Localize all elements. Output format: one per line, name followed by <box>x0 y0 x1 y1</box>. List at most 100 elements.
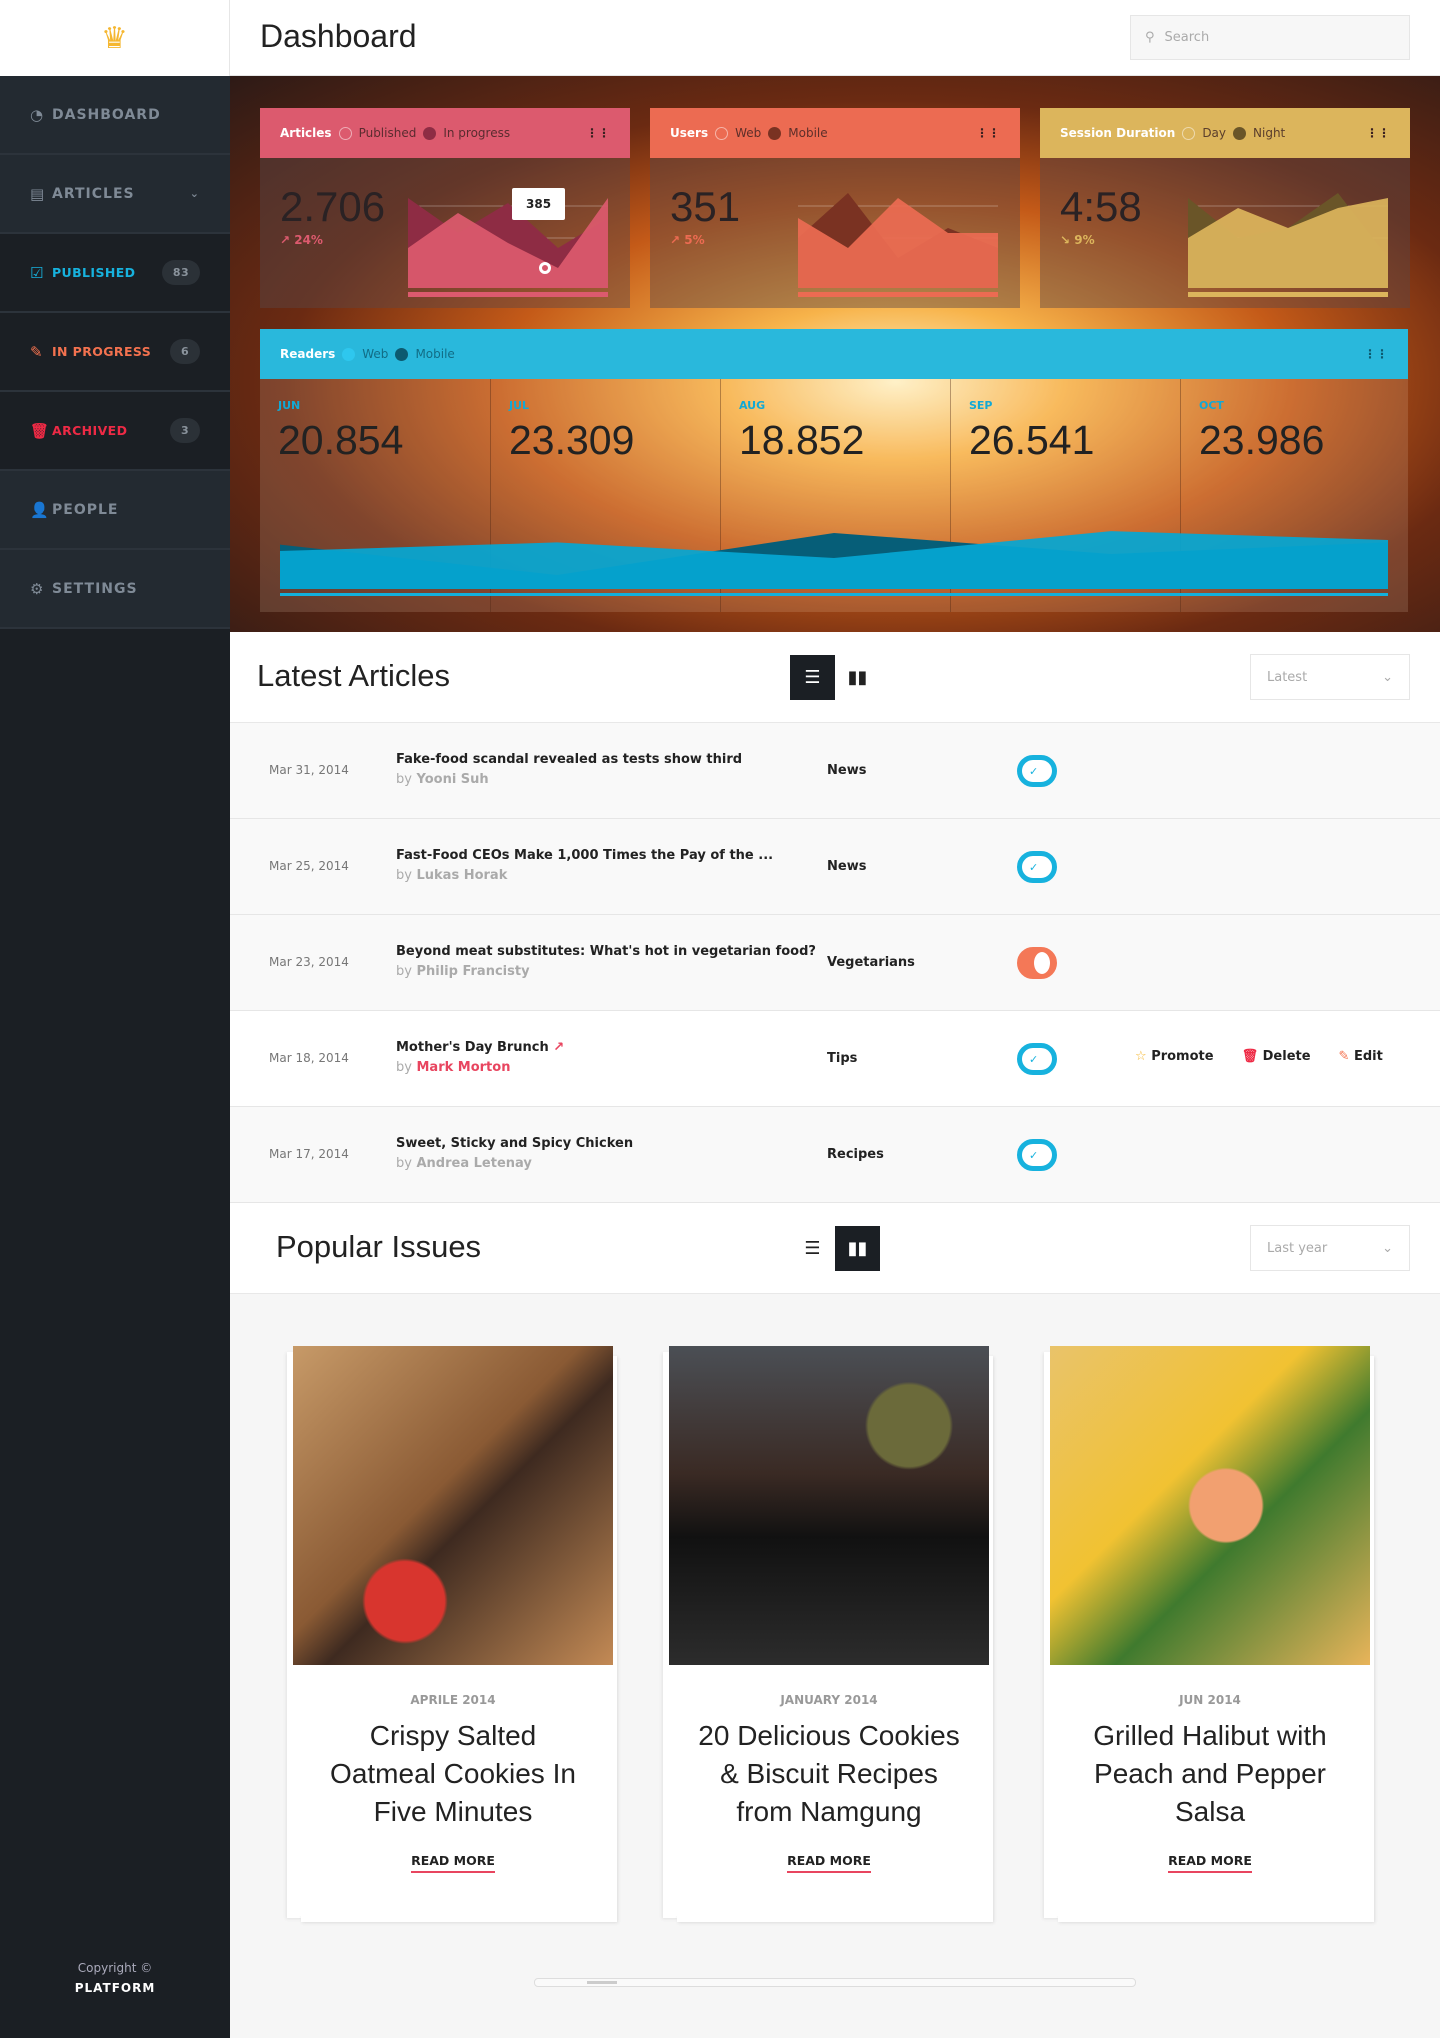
sidebar-item-archived[interactable]: 🗑 ARCHIVED 3 <box>0 392 230 471</box>
issue-image[interactable] <box>293 1346 613 1665</box>
month-value: 20.854 <box>278 417 404 463</box>
article-title[interactable]: Fake-food scandal revealed as tests show… <box>396 752 742 767</box>
scrollbar-thumb[interactable] <box>587 1981 617 1984</box>
issue-title: 20 Delicious Cookies & Biscuit Recipes f… <box>698 1720 960 1827</box>
pie-chart-icon: ◔ <box>30 105 45 124</box>
stat-card: Articles Published In progress ⋮⋮ 2.706 … <box>260 108 630 308</box>
month-label: SEP <box>969 399 993 412</box>
legend-label: Published <box>358 126 417 140</box>
article-title-wrap: Sweet, Sticky and Spicy Chicken <box>396 1136 633 1151</box>
by-label: by <box>396 772 412 787</box>
readers-chart <box>280 531 1388 596</box>
sidebar-item-settings[interactable]: ⚙ SETTINGS <box>0 550 230 629</box>
list-view-button[interactable]: ☰ <box>790 655 835 700</box>
article-title-wrap: Beyond meat substitutes: What's hot in v… <box>396 944 816 959</box>
sparkline-chart <box>408 198 608 297</box>
card-view-button[interactable]: ▮▮ <box>835 1226 880 1271</box>
promote-button[interactable]: ☆ Promote <box>1135 1049 1214 1064</box>
issue-image[interactable] <box>1050 1346 1370 1665</box>
dropdown-value: Latest <box>1267 669 1308 685</box>
table-row[interactable]: Mar 17, 2014 Sweet, Sticky and Spicy Chi… <box>230 1107 1440 1203</box>
publish-toggle[interactable]: ✓ <box>1017 851 1057 883</box>
stat-card: Users Web Mobile ⋮⋮ 351 ↗ 5% <box>650 108 1020 308</box>
crown-icon[interactable]: ♛ <box>0 0 230 76</box>
trash-icon: 🗑 <box>30 421 50 440</box>
edit-button[interactable]: ✎ Edit <box>1339 1049 1383 1064</box>
issue-card[interactable]: APRILE 2014 Crispy Salted Oatmeal Cookie… <box>293 1346 613 1916</box>
article-title[interactable]: Fast-Food CEOs Make 1,000 Times the Pay … <box>396 848 773 863</box>
issue-image[interactable] <box>669 1346 989 1665</box>
table-row[interactable]: Mar 23, 2014 Beyond meat substitutes: Wh… <box>230 915 1440 1011</box>
gear-icon: ⚙ <box>30 579 45 598</box>
publish-toggle[interactable] <box>1017 947 1057 979</box>
publish-toggle[interactable]: ✓ <box>1017 755 1057 787</box>
table-row[interactable]: Mar 18, 2014 Mother's Day Brunch ↗ by Ma… <box>230 1011 1440 1107</box>
article-title[interactable]: Mother's Day Brunch <box>396 1040 549 1055</box>
article-category: Recipes <box>827 1147 884 1162</box>
article-author[interactable]: Mark Morton <box>416 1060 510 1075</box>
month-value: 26.541 <box>969 417 1095 463</box>
article-author[interactable]: Andrea Letenay <box>416 1156 531 1171</box>
baseline <box>408 292 608 297</box>
article-title[interactable]: Beyond meat substitutes: What's hot in v… <box>396 944 816 959</box>
grid-menu-icon[interactable]: ⋮⋮ <box>586 126 610 140</box>
sidebar-item-dashboard[interactable]: ◔ DASHBOARD <box>0 76 230 155</box>
stats-hero: Articles Published In progress ⋮⋮ 2.706 … <box>230 76 1440 632</box>
legend-dot <box>423 126 437 140</box>
sparkline-chart <box>1188 193 1388 297</box>
publish-toggle[interactable]: ✓ <box>1017 1139 1057 1171</box>
publish-toggle[interactable]: ✓ <box>1017 1043 1057 1075</box>
horizontal-scrollbar[interactable] <box>534 1978 1136 1987</box>
article-title[interactable]: Sweet, Sticky and Spicy Chicken <box>396 1136 633 1151</box>
read-more-link[interactable]: READ MORE <box>1168 1853 1252 1873</box>
chevron-down-icon: ⌄ <box>1382 669 1393 685</box>
search-icon: ⚲ <box>1145 30 1155 45</box>
issue-card[interactable]: JUN 2014 Grilled Halibut with Peach and … <box>1050 1346 1370 1916</box>
data-point-marker[interactable] <box>539 262 551 274</box>
card-header: Users Web Mobile ⋮⋮ <box>650 108 1020 158</box>
legend-label: Web <box>735 126 762 140</box>
article-date: Mar 18, 2014 <box>269 1051 349 1065</box>
issue-title: Crispy Salted Oatmeal Cookies In Five Mi… <box>330 1720 576 1827</box>
card-view-button[interactable]: ▮▮ <box>835 655 880 700</box>
sidebar-item-people[interactable]: 👤 PEOPLE <box>0 471 230 550</box>
legend-dot <box>1182 126 1196 140</box>
article-title-wrap: Mother's Day Brunch ↗ <box>396 1040 564 1055</box>
read-more-link[interactable]: READ MORE <box>411 1853 495 1873</box>
grid-menu-icon[interactable]: ⋮⋮ <box>1364 347 1388 361</box>
article-date: Mar 25, 2014 <box>269 859 349 873</box>
list-view-button[interactable]: ☰ <box>790 1226 835 1271</box>
stat-change: ↘ 9% <box>1060 233 1095 247</box>
period-dropdown[interactable]: Last year ⌄ <box>1250 1225 1410 1271</box>
table-row[interactable]: Mar 25, 2014 Fast-Food CEOs Make 1,000 T… <box>230 819 1440 915</box>
external-link-icon[interactable]: ↗ <box>553 1040 564 1055</box>
article-author[interactable]: Philip Francisty <box>416 964 529 979</box>
check-icon: ✓ <box>1029 1148 1039 1162</box>
chevron-down-icon: ⌄ <box>1382 1240 1393 1256</box>
label: ARTICLES <box>52 185 135 202</box>
section-title: Latest Articles <box>257 658 450 693</box>
sort-dropdown[interactable]: Latest ⌄ <box>1250 654 1410 700</box>
month-label: JUL <box>509 399 530 412</box>
delete-button[interactable]: 🗑 Delete <box>1242 1049 1311 1064</box>
article-author[interactable]: Lukas Horak <box>416 868 507 883</box>
baseline <box>1188 292 1388 297</box>
article-date: Mar 23, 2014 <box>269 955 349 969</box>
legend-mobile: Mobile <box>415 347 455 361</box>
sidebar-item-published[interactable]: ☑ PUBLISHED 83 <box>0 234 230 313</box>
read-more-link[interactable]: READ MORE <box>787 1853 871 1873</box>
baseline <box>798 292 998 297</box>
article-author[interactable]: Yooni Suh <box>416 772 488 787</box>
article-category: News <box>827 859 867 874</box>
legend-dot <box>768 126 782 140</box>
card-header: Readers Web Mobile ⋮⋮ <box>260 329 1408 379</box>
grid-menu-icon[interactable]: ⋮⋮ <box>976 126 1000 140</box>
table-row[interactable]: Mar 31, 2014 Fake-food scandal revealed … <box>230 723 1440 819</box>
issue-card[interactable]: JANUARY 2014 20 Delicious Cookies & Bisc… <box>669 1346 989 1916</box>
grid-menu-icon[interactable]: ⋮⋮ <box>1366 126 1390 140</box>
count-badge: 3 <box>169 418 200 443</box>
search-input[interactable]: ⚲ Search <box>1130 15 1410 60</box>
sidebar-item-in-progress[interactable]: ✎ IN PROGRESS 6 <box>0 313 230 392</box>
card-header: Articles Published In progress ⋮⋮ <box>260 108 630 158</box>
sidebar-item-articles[interactable]: ▤ ARTICLES ⌄ <box>0 155 230 234</box>
